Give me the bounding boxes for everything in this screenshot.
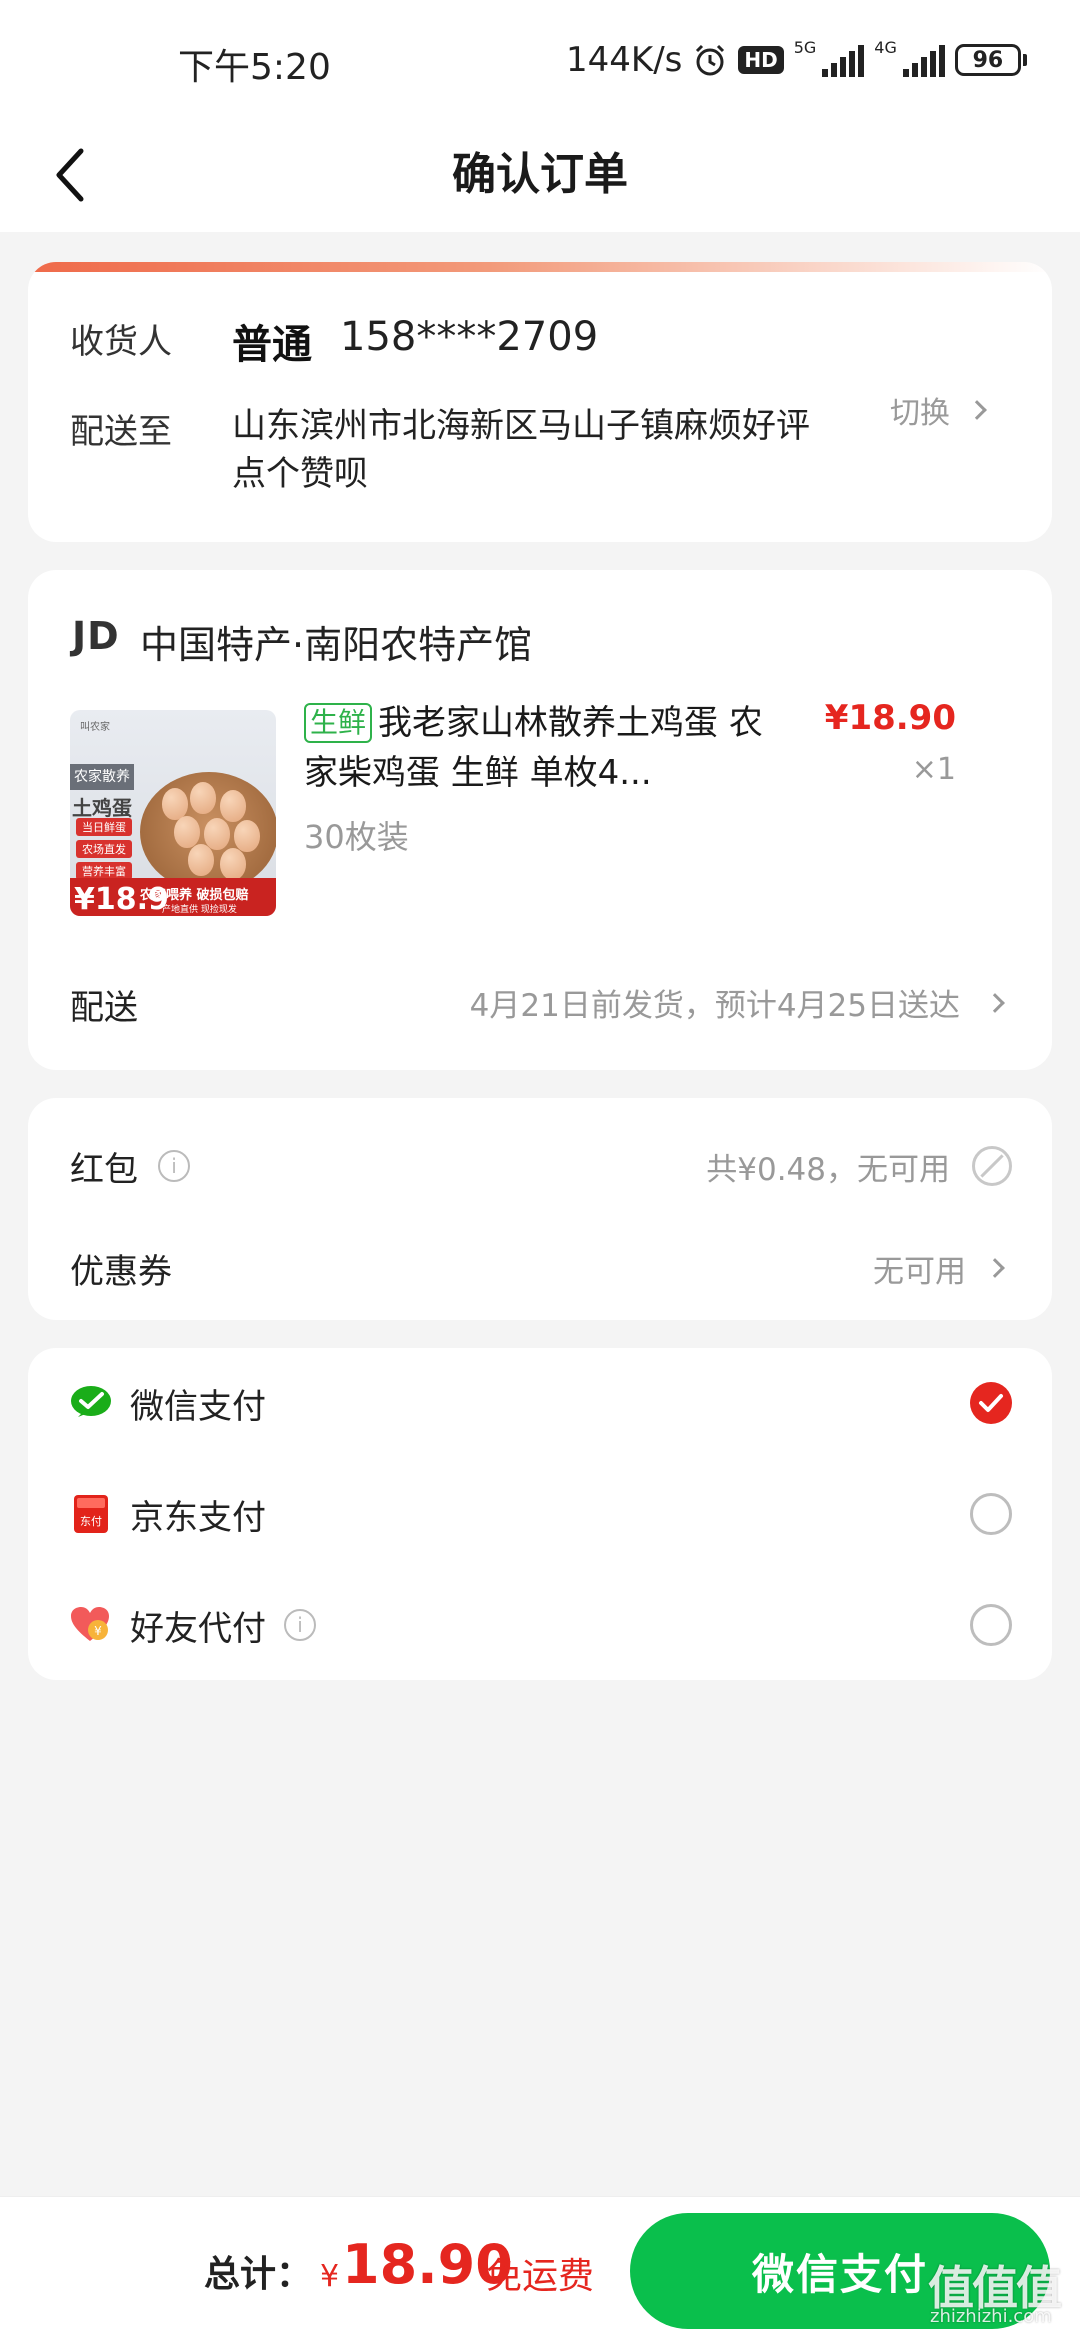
address-card[interactable]: 收货人 普通 158****2709 配送至 山东滨州市北海新区马山子镇麻烦好评…	[28, 262, 1052, 542]
network-type-5g: 5G	[793, 38, 817, 57]
coupon-info: 无可用	[873, 1253, 966, 1290]
coupon-right: 无可用	[873, 1246, 1012, 1291]
delivery-address: 山东滨州市北海新区马山子镇麻烦好评点个赞呗	[232, 406, 810, 494]
alarm-icon	[692, 42, 728, 78]
product-spec: 30枚装	[304, 818, 409, 856]
product-price: ¥18.90	[824, 698, 956, 738]
payment-label: 好友代付	[130, 1608, 266, 1649]
delivery-info: 4月21日前发货，预计4月25日送达	[469, 988, 960, 1024]
chevron-right-icon	[985, 1258, 1005, 1278]
radio-selected[interactable]	[970, 1382, 1012, 1424]
red-packet-info: 共¥0.48，无可用	[706, 1151, 950, 1188]
network-type-4g: 4G	[874, 38, 897, 57]
product-title-block[interactable]: 生鲜 我老家山林散养土鸡蛋 农家柴鸡蛋 生鲜 单枚4...	[304, 698, 774, 798]
pay-button-label: 微信支付	[751, 2250, 928, 2298]
product-image-brand: 叫农家	[80, 722, 110, 733]
payment-option-left: ¥ 好友代付 i	[70, 1601, 316, 1650]
radio-unselected[interactable]	[970, 1604, 1012, 1646]
product-image-tags: 当日鲜蛋 农场直发 营养丰富	[76, 818, 132, 880]
page-title: 确认订单	[452, 149, 628, 200]
payment-option-jd[interactable]: 东付 京东支付	[70, 1479, 1012, 1549]
product-image-tag: 农场直发	[76, 840, 132, 858]
status-bar: 下午5:20 144K/s HD 5G 4G 96	[0, 0, 1080, 120]
coupon-left: 优惠券	[70, 1244, 172, 1293]
switch-address-button[interactable]: 切换	[890, 388, 987, 432]
jd-logo: JD	[72, 614, 120, 658]
watermark-url: zhizhizhi.com	[930, 2306, 1052, 2327]
payment-option-wechat[interactable]: 微信支付	[70, 1368, 1012, 1438]
status-indicators: 144K/s HD 5G 4G 96	[566, 38, 1027, 82]
svg-text:东付: 东付	[80, 1515, 102, 1528]
free-shipping-label: 免运费	[486, 2256, 595, 2297]
deliver-to-label: 配送至	[70, 412, 172, 452]
info-icon[interactable]: i	[158, 1150, 190, 1182]
total-label: 总计：	[204, 2254, 313, 2295]
checkout-bar: 总计： ¥ 18.90 免运费 微信支付	[0, 2196, 1080, 2340]
header: 确认订单	[0, 120, 1080, 232]
payment-option-left: 微信支付	[70, 1379, 266, 1428]
red-packet-label: 红包	[70, 1149, 138, 1190]
signal-4g-icon	[902, 43, 945, 77]
delivery-label: 配送	[70, 988, 138, 1028]
delivery-info-row[interactable]: 4月21日前发货，预计4月25日送达	[469, 980, 1005, 1025]
address-accent-bar	[28, 262, 1052, 272]
wechat-pay-icon	[70, 1382, 112, 1424]
battery-icon: 96	[954, 44, 1027, 76]
network-speed: 144K/s	[566, 40, 683, 80]
fresh-tag: 生鲜	[304, 703, 373, 743]
hd-icon: HD	[738, 46, 784, 74]
product-title: 我老家山林散养土鸡蛋 农家柴鸡蛋 生鲜 单枚4...	[304, 703, 763, 793]
jd-pay-icon: 东付	[70, 1493, 112, 1535]
total-currency: ¥	[320, 2259, 340, 2294]
red-packet-right: 共¥0.48，无可用	[706, 1144, 1012, 1189]
product-image-banner: 农家散养	[70, 764, 134, 790]
switch-label: 切换	[890, 396, 950, 431]
info-icon[interactable]: i	[284, 1609, 316, 1641]
friend-pay-icon: ¥	[70, 1604, 112, 1646]
payment-methods-card: 微信支付 东付 京东支付 ¥ 好友代付 i	[28, 1348, 1052, 1680]
receiver-label: 收货人	[70, 322, 172, 362]
hd-label: HD	[744, 48, 778, 72]
payment-label: 京东支付	[130, 1497, 266, 1538]
status-time: 下午5:20	[178, 47, 331, 88]
receiver-phone: 158****2709	[340, 314, 599, 360]
product-image-tag: 当日鲜蛋	[76, 818, 132, 836]
coupon-label: 优惠券	[70, 1251, 172, 1292]
payment-option-left: 东付 京东支付	[70, 1490, 266, 1539]
red-packet-left: 红包 i	[70, 1142, 190, 1191]
discounts-card: 红包 i 共¥0.48，无可用 优惠券 无可用	[28, 1098, 1052, 1320]
payment-option-friend[interactable]: ¥ 好友代付 i	[70, 1590, 1012, 1660]
signal-5g-icon	[822, 43, 865, 77]
shop-name[interactable]: 中国特产·南阳农特产馆	[140, 614, 532, 669]
red-packet-row[interactable]: 红包 i 共¥0.48，无可用	[70, 1136, 1012, 1196]
payment-label: 微信支付	[130, 1386, 266, 1427]
radio-unselected[interactable]	[970, 1493, 1012, 1535]
product-image-headline: 土鸡蛋	[72, 796, 132, 820]
chevron-right-icon	[967, 400, 987, 420]
unavailable-icon	[972, 1146, 1012, 1186]
chevron-right-icon	[985, 992, 1005, 1013]
product-image-subslogan: 产地直供 现捡现发	[162, 905, 237, 915]
product-image-slogan: 农家喂养 破损包赔	[140, 888, 249, 903]
receiver-name: 普通	[232, 322, 312, 368]
battery-level: 96	[954, 44, 1021, 76]
coupon-row[interactable]: 优惠券 无可用	[70, 1238, 1012, 1298]
svg-text:¥: ¥	[94, 1624, 102, 1638]
product-quantity: ×1	[911, 752, 956, 787]
product-image[interactable]: 叫农家 农家散养 土鸡蛋 当日鲜蛋 农场直发 营养丰富 ¥18.9 农家喂养 破…	[70, 710, 276, 916]
order-item-card: JD 中国特产·南阳农特产馆 叫农家 农家散养 土鸡蛋 当日鲜蛋 农场直发 营养…	[28, 570, 1052, 1070]
